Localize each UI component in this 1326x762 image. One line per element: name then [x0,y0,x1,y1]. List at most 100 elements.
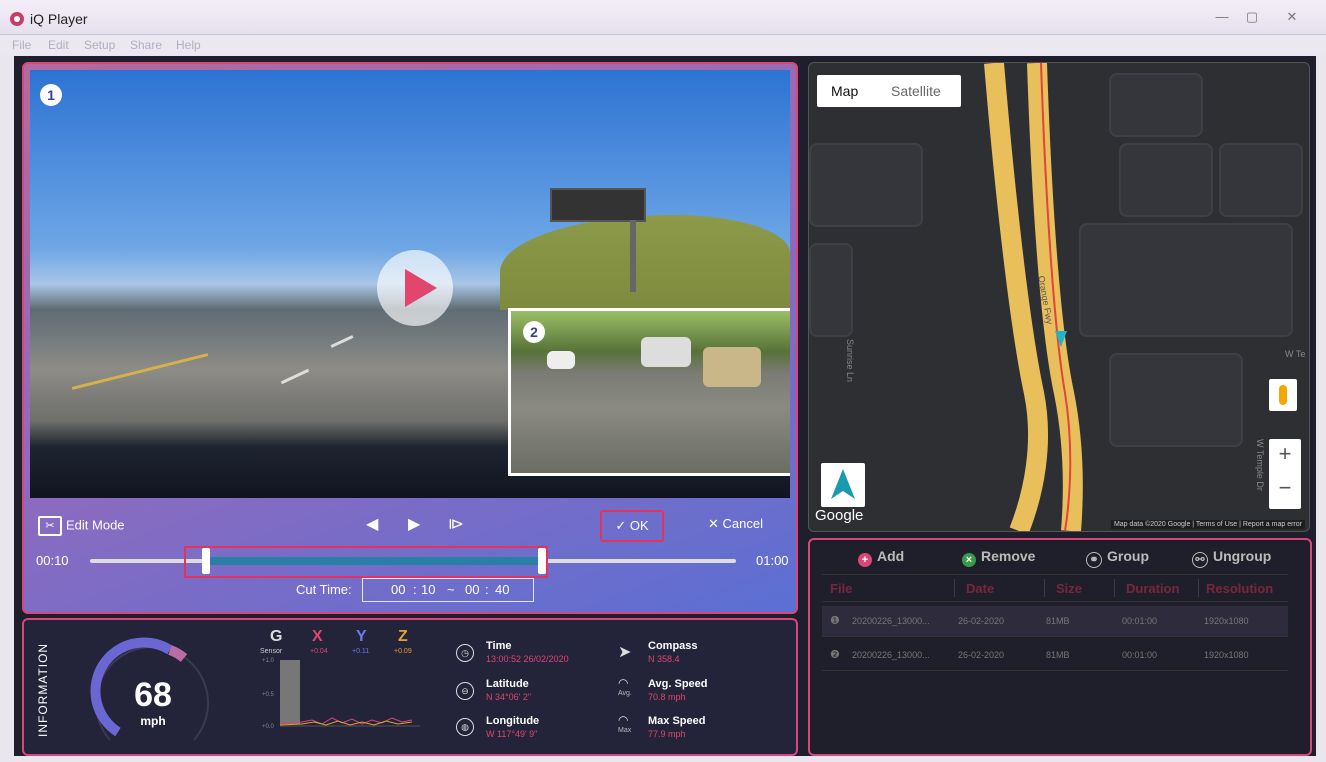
table-row[interactable]: ❶ 20200226_13000... 26-02-2020 81MB 00:0… [822,606,1288,637]
check-icon: ✓ [615,518,627,533]
col-file[interactable]: File [830,581,852,596]
prev-frame-button[interactable]: ◀ [366,514,378,534]
lane-line [330,335,354,348]
menu-edit[interactable]: Edit [48,38,69,52]
zoom-out-button[interactable]: − [1269,475,1301,501]
menu-help[interactable]: Help [176,38,201,52]
close-button[interactable]: ✕ [1280,8,1304,26]
minimize-button[interactable]: — [1210,8,1234,26]
compass-value: N 358.4 [648,654,680,664]
tab-satellite[interactable]: Satellite [891,83,941,99]
longitude-title: Longitude [486,715,540,727]
map-panel[interactable]: Orange Fwy Sunrise Ln W Temple Dr W Te M… [808,62,1310,532]
lane-line [71,353,209,390]
next-frame-button[interactable]: ⧐ [448,514,464,534]
file-table-header: File Date Size Duration Resolution [822,574,1288,602]
cut-start-handle[interactable] [202,548,211,574]
g-sensor-label: G [270,628,283,645]
file-resolution: 1920x1080 [1204,650,1249,660]
g-sensor-chart: +1.0 +0.5 +0.0 [262,658,422,734]
col-size[interactable]: Size [1056,581,1082,596]
play-overlay-button[interactable] [377,250,453,326]
edit-mode-label: Edit Mode [66,517,125,533]
menu-setup[interactable]: Setup [84,38,115,52]
maximize-button[interactable]: ▢ [1240,8,1264,26]
avg-speed-title: Avg. Speed [648,678,708,690]
col-resolution[interactable]: Resolution [1206,581,1273,596]
edit-mode-toggle[interactable]: ✂ Edit Mode [38,516,125,536]
ungroup-button[interactable]: ⚯ Ungroup [1192,548,1271,568]
app-logo-icon [10,12,24,26]
avg-speed-value: 70.8 mph [648,692,686,702]
cut-start-min[interactable]: 00 [391,582,405,597]
y-axis-value: +0.11 [352,648,370,655]
speed-unit: mph [140,714,166,728]
menu-share[interactable]: Share [130,38,162,52]
file-size: 81MB [1046,616,1070,626]
cut-end-sec[interactable]: 40 [495,582,509,597]
ok-label: OK [629,518,649,533]
menu-file[interactable]: File [12,38,31,52]
information-panel: INFORMATION 68 mph G Sensor X +0.04 Y +0… [22,618,798,756]
car-scene [703,347,761,387]
cut-time-field[interactable]: 00 : 10 ~ 00 : 40 [362,578,534,602]
x-axis-label: X [312,628,323,645]
play-button[interactable]: ▶ [408,514,420,534]
ok-button[interactable]: ✓ OK [600,510,664,542]
g-sensor-plot [279,660,420,727]
street-label: W Temple Dr [1255,439,1265,491]
street-view-pegman-icon[interactable] [1269,379,1297,411]
cut-range-box [184,546,548,578]
camera-2-badge: 2 [523,321,545,343]
street-label: Sunrise Ln [845,339,855,383]
cut-end-min[interactable]: 00 [465,582,479,597]
table-row[interactable]: ❷ 20200226_13000... 26-02-2020 81MB 00:0… [822,640,1288,671]
map-attribution[interactable]: Map data ©2020 Google | Terms of Use | R… [1110,520,1305,529]
file-size: 81MB [1046,650,1070,660]
latitude-title: Latitude [486,678,529,690]
group-button[interactable]: ⚭ Group [1086,548,1149,568]
compass-icon: ➤ [618,644,632,661]
billboard-post-scene [630,220,636,292]
scissors-icon: ✂ [38,516,62,536]
navigation-arrow-icon[interactable] [821,463,865,507]
x-icon: ✕ [708,516,719,531]
file-list-panel: + Add × Remove ⚭ Group ⚯ Ungroup File Date S… [808,538,1312,756]
zoom-control: + − [1269,439,1301,509]
file-date: 26-02-2020 [958,616,1005,626]
window-title: iQ Player [30,11,88,27]
street-label: W Te [1285,349,1306,359]
add-button[interactable]: + Add [858,548,904,567]
group-label: Group [1107,548,1149,564]
end-time: 01:00 [756,553,789,568]
latitude-value: N 34°06' 2" [486,692,532,702]
add-icon: + [858,553,872,567]
google-logo: Google [815,507,864,524]
tab-map[interactable]: Map [831,83,858,99]
file-duration: 00:01:00 [1122,616,1158,626]
col-duration[interactable]: Duration [1126,581,1179,596]
file-resolution: 1920x1080 [1204,616,1249,626]
file-date: 26-02-2020 [958,650,1005,660]
remove-button[interactable]: × Remove [962,548,1035,567]
front-camera-video[interactable]: 1 2 [30,70,790,498]
navigation-arrow-glyph [831,469,855,499]
cancel-button[interactable]: ✕ Cancel [708,516,763,532]
time-title: Time [486,640,512,652]
cut-end-handle[interactable] [538,548,547,574]
rear-camera-pip[interactable]: 2 [508,308,790,476]
ungroup-label: Ungroup [1213,548,1272,564]
longitude-icon: ◍ [456,718,474,736]
freeway-route [984,63,1083,531]
play-icon [405,269,437,307]
cut-separator: ~ [447,582,455,597]
zoom-in-button[interactable]: + [1269,441,1301,467]
max-speed-sub: Max [618,727,632,734]
col-date[interactable]: Date [966,581,994,596]
cut-start-sec[interactable]: 10 [421,582,435,597]
cancel-label: Cancel [722,516,763,531]
video-panel: 1 2 ✂ Edit Mode ◀ ▶ ⧐ ✓ OK ✕ Cancel 00:10… [22,62,798,614]
information-label: INFORMATION [36,642,50,737]
row-index: ❶ [830,615,840,627]
cut-time-label: Cut Time: [296,582,352,597]
